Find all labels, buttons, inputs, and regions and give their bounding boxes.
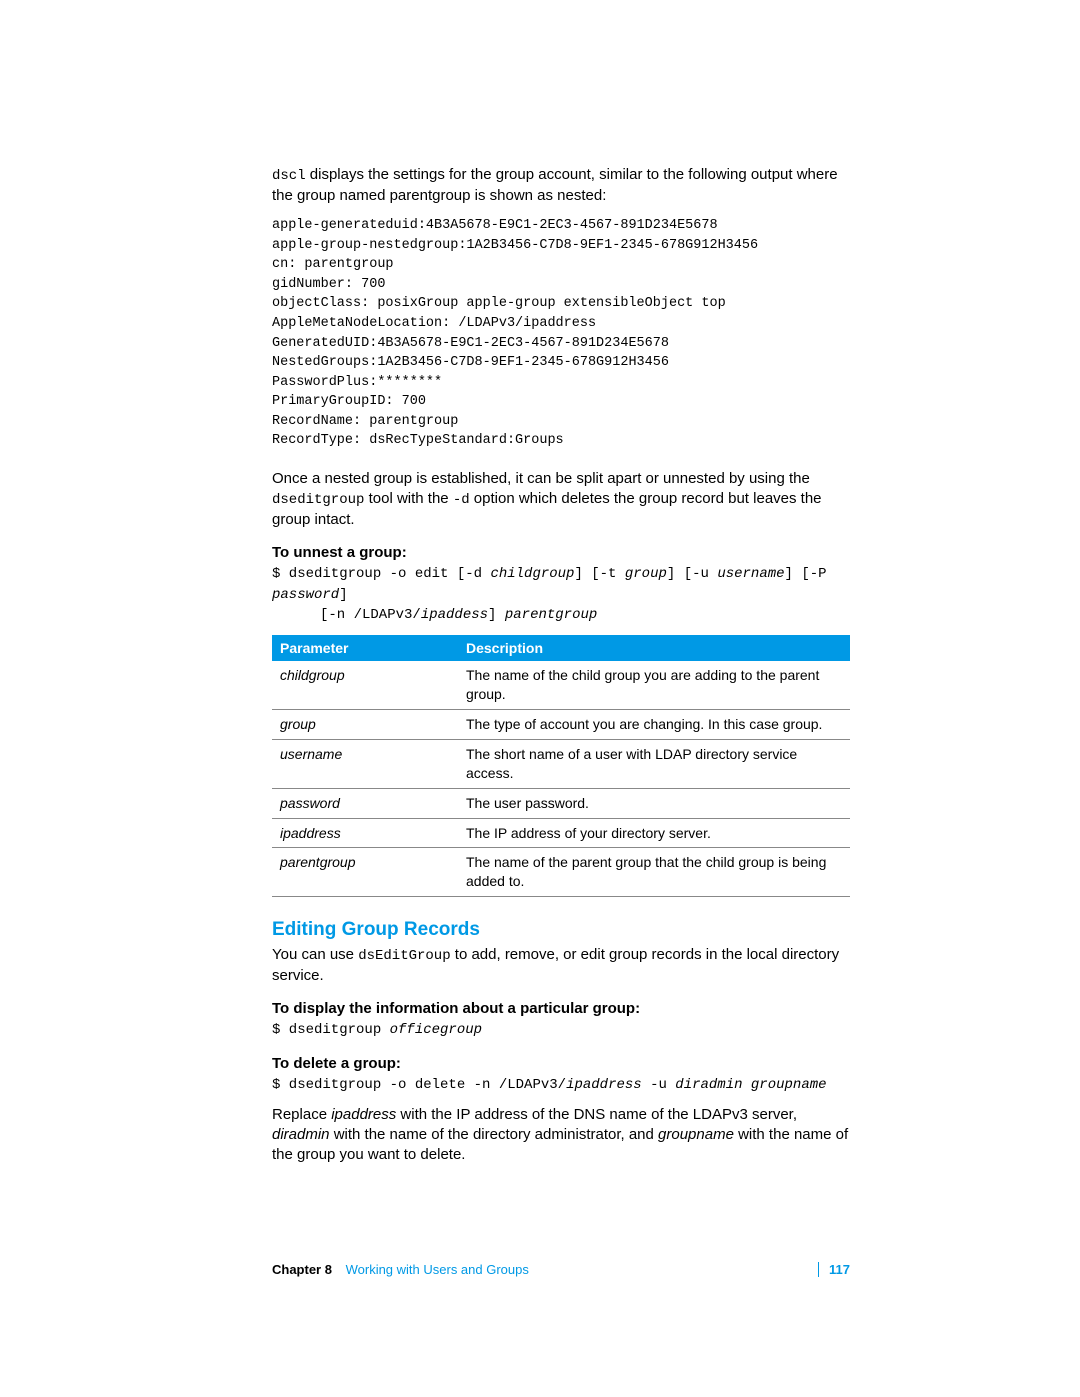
cmd-text: ] [-u xyxy=(667,566,717,582)
cmd-text: [-n /LDAPv3/ xyxy=(320,607,421,623)
unnest-heading: To unnest a group: xyxy=(272,544,850,561)
intro-text: displays the settings for the group acco… xyxy=(272,166,838,204)
header-description: Description xyxy=(458,635,850,661)
cmd-param: ipaddess xyxy=(421,607,488,623)
table-header-row: Parameter Description xyxy=(272,635,850,661)
chapter-title: Working with Users and Groups xyxy=(346,1262,529,1277)
text-segment: with the IP address of the DNS name of t… xyxy=(396,1106,797,1123)
table-row: childgroupThe name of the child group yo… xyxy=(272,661,850,709)
dash-d-option: -d xyxy=(453,492,470,508)
editing-paragraph: You can use dsEditGroup to add, remove, … xyxy=(272,945,850,986)
param-name: username xyxy=(272,739,458,788)
cmd-text: ] xyxy=(488,607,505,623)
param-name: group xyxy=(272,709,458,739)
param-desc: The user password. xyxy=(458,788,850,818)
cmd-param: parentgroup xyxy=(505,607,597,623)
document-page: dscl displays the settings for the group… xyxy=(0,0,1080,1397)
header-parameter: Parameter xyxy=(272,635,458,661)
display-command: $ dseditgroup officegroup xyxy=(272,1020,850,1040)
page-footer: Chapter 8 Working with Users and Groups … xyxy=(272,1262,850,1277)
cmd-text: $ dseditgroup -o edit [-d xyxy=(272,566,490,582)
param-desc: The name of the child group you are addi… xyxy=(458,661,850,709)
editing-group-records-heading: Editing Group Records xyxy=(272,919,850,941)
param-ipaddress: ipaddress xyxy=(331,1106,396,1123)
cmd-text: $ dseditgroup -o delete -n /LDAPv3/ xyxy=(272,1077,566,1093)
table-row: parentgroupThe name of the parent group … xyxy=(272,848,850,897)
parameter-table: Parameter Description childgroupThe name… xyxy=(272,635,850,897)
page-number: 117 xyxy=(818,1262,850,1277)
cmd-param: username xyxy=(717,566,784,582)
cmd-param: password xyxy=(272,587,339,603)
param-desc: The name of the parent group that the ch… xyxy=(458,848,850,897)
cmd-param: officegroup xyxy=(390,1022,482,1038)
param-desc: The short name of a user with LDAP direc… xyxy=(458,739,850,788)
dscl-command: dscl xyxy=(272,168,306,184)
cmd-text: $ dseditgroup xyxy=(272,1022,390,1038)
delete-paragraph: Replace ipaddress with the IP address of… xyxy=(272,1105,850,1166)
text-segment: You can use xyxy=(272,946,358,963)
param-name: password xyxy=(272,788,458,818)
param-desc: The IP address of your directory server. xyxy=(458,818,850,848)
table-row: ipaddressThe IP address of your director… xyxy=(272,818,850,848)
param-diradmin: diradmin xyxy=(272,1126,330,1143)
param-groupname: groupname xyxy=(658,1126,734,1143)
text-segment: Replace xyxy=(272,1106,331,1123)
param-name: ipaddress xyxy=(272,818,458,848)
table-row: usernameThe short name of a user with LD… xyxy=(272,739,850,788)
intro-paragraph: dscl displays the settings for the group… xyxy=(272,165,850,206)
cmd-text: ] [-P xyxy=(785,566,827,582)
text-segment: tool with the xyxy=(364,490,452,507)
param-name: childgroup xyxy=(272,661,458,709)
nested-group-paragraph: Once a nested group is established, it c… xyxy=(272,469,850,530)
dseditgroup-cmd: dseditgroup xyxy=(272,492,364,508)
unnest-command: $ dseditgroup -o edit [-d childgroup] [-… xyxy=(272,564,850,625)
dscl-output-block: apple-generateduid:4B3A5678-E9C1-2EC3-45… xyxy=(272,216,850,451)
cmd-text: ] xyxy=(339,587,347,603)
table-row: passwordThe user password. xyxy=(272,788,850,818)
table-row: groupThe type of account you are changin… xyxy=(272,709,850,739)
delete-command: $ dseditgroup -o delete -n /LDAPv3/ipadd… xyxy=(272,1075,850,1095)
display-info-heading: To display the information about a parti… xyxy=(272,1000,850,1017)
cmd-param: group xyxy=(625,566,667,582)
cmd-text: -u xyxy=(642,1077,676,1093)
param-name: parentgroup xyxy=(272,848,458,897)
cmd-param: childgroup xyxy=(490,566,574,582)
text-segment: with the name of the directory administr… xyxy=(330,1126,659,1143)
param-desc: The type of account you are changing. In… xyxy=(458,709,850,739)
dseditgroup-cmd: dsEditGroup xyxy=(358,948,450,964)
delete-group-heading: To delete a group: xyxy=(272,1055,850,1072)
cmd-text: ] [-t xyxy=(574,566,624,582)
chapter-label: Chapter 8 xyxy=(272,1262,332,1277)
cmd-param: diradmin groupname xyxy=(675,1077,826,1093)
text-segment: Once a nested group is established, it c… xyxy=(272,470,810,487)
cmd-param: ipaddress xyxy=(566,1077,642,1093)
